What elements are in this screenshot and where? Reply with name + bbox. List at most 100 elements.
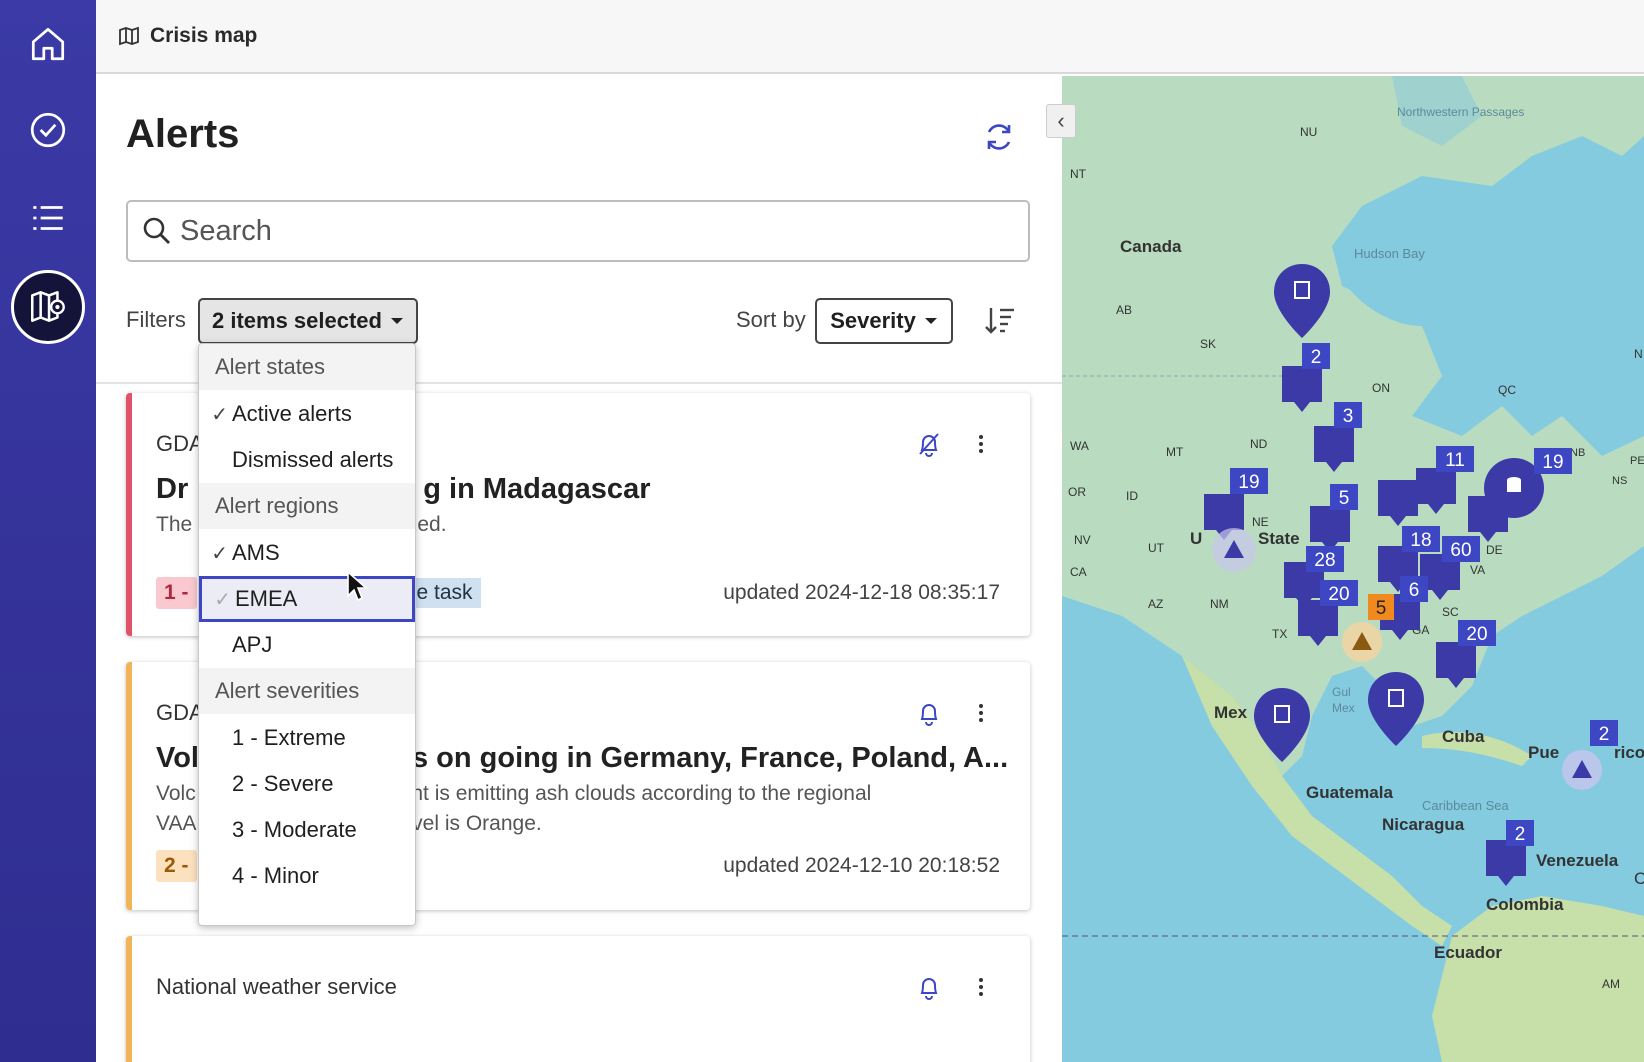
alert-source: GDA — [156, 431, 204, 456]
alert-source: National weather service — [156, 974, 397, 999]
map-label: Mex — [1332, 701, 1355, 715]
map-label: ON — [1372, 381, 1390, 395]
alert-source: GDA — [156, 700, 204, 725]
filters-dropdown-button[interactable]: 2 items selected — [198, 298, 418, 344]
nav-tasks[interactable] — [14, 96, 82, 164]
map-label: Canada — [1120, 237, 1182, 256]
map-label: State — [1258, 529, 1300, 548]
bell-icon[interactable] — [916, 700, 942, 726]
svg-text:20: 20 — [1328, 584, 1349, 605]
alert-card[interactable]: National weather service — [126, 936, 1030, 1062]
map-label: Nicaragua — [1382, 815, 1465, 834]
map-label: PE — [1630, 455, 1644, 467]
map-label: U — [1190, 529, 1202, 548]
mouse-cursor-icon — [347, 570, 369, 602]
list-icon — [33, 206, 63, 230]
svg-text:5: 5 — [1376, 598, 1387, 619]
option-severity-severe[interactable]: 2 - Severe — [199, 761, 415, 807]
crisis-map[interactable]: Northwestern Passages NU NT Canada Hudso… — [1062, 76, 1644, 1062]
map-label: TX — [1272, 627, 1287, 641]
option-dismissed-alerts[interactable]: Dismissed alerts — [199, 437, 415, 483]
svg-text:3: 3 — [1343, 406, 1354, 427]
svg-text:18: 18 — [1410, 530, 1431, 551]
map-label: Gul — [1332, 685, 1351, 699]
map-label: Venezuela — [1536, 851, 1619, 870]
nav-list[interactable] — [14, 184, 82, 252]
svg-text:11: 11 — [1445, 450, 1465, 471]
map-label: OR — [1068, 485, 1086, 499]
map-label: UT — [1148, 541, 1165, 555]
severity-badge: 2 - — [156, 850, 197, 882]
svg-text:28: 28 — [1314, 550, 1335, 571]
severity-stripe — [126, 393, 132, 636]
refresh-icon[interactable] — [982, 120, 1016, 154]
map-label: NS — [1612, 475, 1627, 487]
sort-direction-icon[interactable] — [984, 304, 1016, 336]
sidebar — [0, 0, 96, 1062]
dropdown-group-alert-regions: Alert regions — [199, 483, 415, 529]
map-label: Pue — [1528, 743, 1559, 762]
map-label: NB — [1570, 447, 1585, 459]
map-label: Hudson Bay — [1354, 246, 1425, 261]
option-severity-moderate[interactable]: 3 - Moderate — [199, 807, 415, 853]
more-options-icon[interactable] — [976, 700, 986, 726]
caret-down-icon — [390, 318, 403, 324]
option-severity-extreme[interactable]: 1 - Extreme — [199, 715, 415, 761]
sort-value: Severity — [830, 308, 916, 333]
map-label: AZ — [1148, 597, 1163, 611]
alert-updated: updated 2024-12-18 08:35:17 — [723, 581, 1000, 604]
bell-icon[interactable] — [916, 974, 942, 1000]
more-options-icon[interactable] — [976, 974, 986, 1000]
svg-text:20: 20 — [1466, 624, 1487, 645]
sort-label: Sort by — [736, 307, 806, 332]
nav-crisis-map[interactable] — [11, 270, 85, 344]
map-label: SC — [1442, 605, 1459, 619]
map-label: rico — [1614, 743, 1644, 762]
dropdown-group-alert-severities: Alert severities — [199, 668, 415, 714]
map-label: Northwestern Passages — [1397, 105, 1524, 119]
map-label: Mex — [1214, 703, 1248, 722]
option-apj[interactable]: APJ — [199, 622, 415, 668]
map-canvas[interactable]: Northwestern Passages NU NT Canada Hudso… — [1062, 76, 1644, 1062]
search-input[interactable] — [180, 214, 1000, 248]
map-label: Ecuador — [1434, 943, 1502, 962]
search-icon — [143, 217, 170, 244]
check-icon: ✓ — [211, 542, 228, 565]
option-emea[interactable]: ✓ EMEA — [199, 576, 415, 622]
svg-text:19: 19 — [1542, 452, 1563, 473]
filters-value: 2 items selected — [212, 308, 382, 333]
nav-home[interactable] — [14, 10, 82, 78]
svg-text:6: 6 — [1409, 580, 1420, 601]
svg-text:19: 19 — [1238, 472, 1259, 493]
option-severity-minor[interactable]: 4 - Minor — [199, 853, 415, 899]
top-bar: Crisis map — [96, 0, 1644, 74]
map-label: NE — [1252, 515, 1269, 529]
map-label: ND — [1250, 437, 1268, 451]
map-label: N — [1634, 347, 1643, 361]
check-icon: ✓ — [214, 588, 231, 611]
bell-off-icon[interactable] — [916, 431, 942, 457]
map-label: Caribbean Sea — [1422, 798, 1509, 813]
map-icon — [30, 291, 65, 322]
severity-stripe — [126, 662, 132, 910]
page-title: Alerts — [126, 112, 240, 156]
search-box — [126, 200, 1030, 262]
severity-stripe — [126, 936, 132, 1062]
collapse-panel-button[interactable]: ‹ — [1046, 104, 1076, 138]
sort-dropdown-button[interactable]: Severity — [815, 298, 953, 344]
more-options-icon[interactable] — [976, 431, 986, 457]
map-label: NM — [1210, 597, 1229, 611]
map-label: Guatemala — [1306, 783, 1393, 802]
filters-label: Filters — [126, 307, 186, 332]
app-title: Crisis map — [150, 24, 258, 47]
map-label: NU — [1300, 125, 1317, 139]
check-circle-icon — [30, 112, 66, 148]
option-ams[interactable]: ✓ AMS — [199, 530, 415, 576]
svg-text:2: 2 — [1515, 824, 1526, 845]
svg-text:2: 2 — [1311, 347, 1322, 368]
chevron-left-icon: ‹ — [1057, 108, 1065, 133]
filters-dropdown-menu: Alert states ✓ Active alerts Dismissed al… — [198, 343, 416, 926]
option-active-alerts[interactable]: ✓ Active alerts — [199, 391, 415, 437]
map-label: AB — [1116, 303, 1132, 317]
svg-text:60: 60 — [1450, 540, 1471, 561]
